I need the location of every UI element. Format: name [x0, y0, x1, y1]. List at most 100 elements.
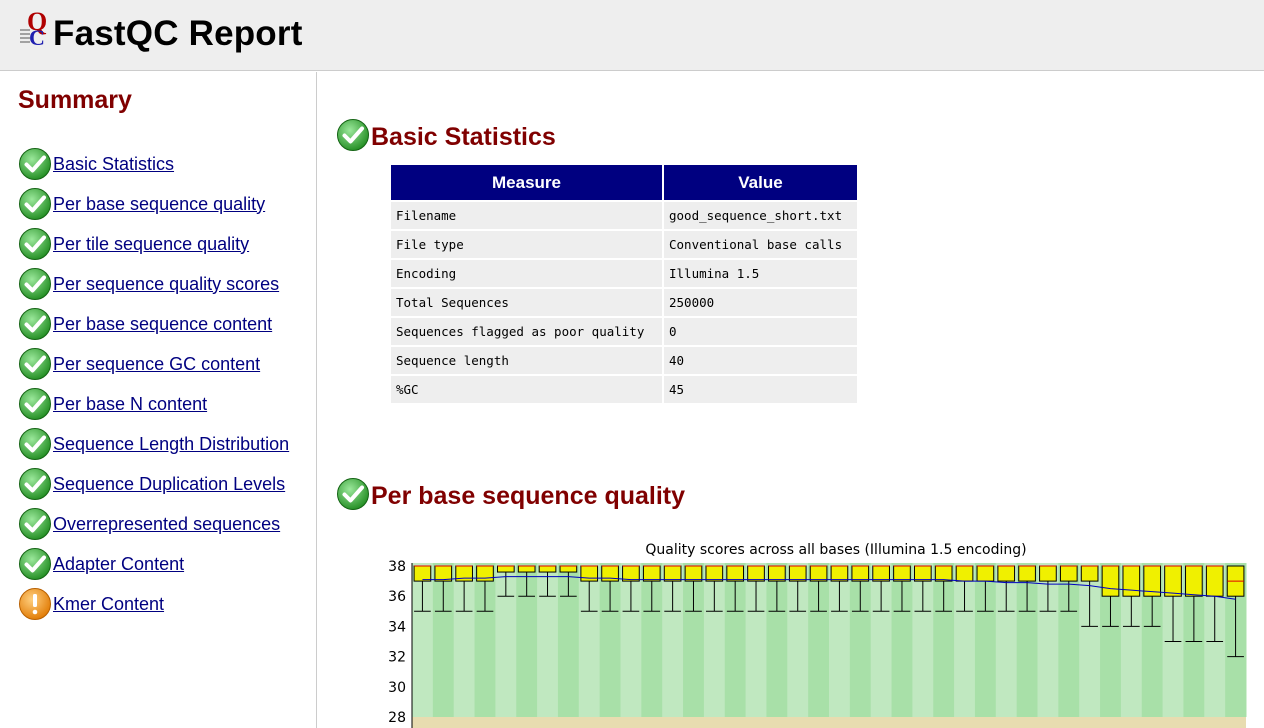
- summary-link[interactable]: Kmer Content: [53, 594, 164, 615]
- summary-item: Per tile sequence quality: [18, 224, 289, 264]
- summary-item: Sequence Duplication Levels: [18, 464, 289, 504]
- quality-box: [705, 565, 724, 582]
- summary-link[interactable]: Adapter Content: [53, 554, 184, 575]
- quality-box: [413, 565, 432, 582]
- quality-box: [1164, 565, 1182, 597]
- pass-icon: [19, 508, 51, 540]
- summary-list: Basic Statistics Per base sequence qualit…: [18, 144, 289, 624]
- pass-icon: [19, 548, 51, 580]
- table-row: %GC 45: [391, 376, 857, 403]
- summary-item: Per sequence quality scores: [18, 264, 289, 304]
- summary-item: Per base sequence content: [18, 304, 289, 344]
- summary-title: Summary: [18, 86, 132, 114]
- quality-box: [538, 565, 557, 573]
- table-row: Sequences flagged as poor quality 0: [391, 318, 857, 345]
- quality-boxplot-chart: Quality scores across all bases (Illumin…: [388, 542, 1247, 728]
- summary-link[interactable]: Per base sequence quality: [53, 194, 265, 215]
- quality-box: [1018, 565, 1036, 582]
- pass-icon: [337, 478, 369, 510]
- module-per-base-quality: Per base sequence quality: [336, 478, 686, 511]
- quality-box: [559, 565, 578, 573]
- quality-box: [788, 565, 807, 582]
- table-row: Total Sequences 250000: [391, 289, 857, 316]
- value-cell: Conventional base calls: [664, 231, 857, 258]
- pass-icon: [19, 468, 51, 500]
- quality-box: [1205, 565, 1224, 597]
- quality-box: [1185, 565, 1203, 597]
- table-row: Sequence length 40: [391, 347, 857, 374]
- quality-box: [1039, 565, 1057, 582]
- quality-box: [642, 565, 661, 582]
- pass-icon: [19, 308, 51, 340]
- report-header: Q C FastQC Report: [0, 0, 1264, 71]
- quality-box: [955, 565, 974, 582]
- summary-item: Per sequence GC content: [18, 344, 289, 384]
- table-row: Encoding Illumina 1.5: [391, 260, 857, 287]
- quality-box: [726, 565, 745, 582]
- summary-item: Basic Statistics: [18, 144, 289, 184]
- measure-cell: Sequences flagged as poor quality: [391, 318, 662, 345]
- value-cell: Illumina 1.5: [664, 260, 857, 287]
- y-tick-label: 28: [388, 710, 406, 726]
- pass-icon: [19, 348, 51, 380]
- value-cell: 0: [664, 318, 857, 345]
- value-cell: 40: [664, 347, 857, 374]
- quality-box: [517, 565, 536, 573]
- summary-item: Adapter Content: [18, 544, 289, 584]
- quality-box: [1080, 565, 1099, 582]
- summary-link[interactable]: Per base N content: [53, 394, 207, 415]
- measure-cell: Sequence length: [391, 347, 662, 374]
- warning-icon: [19, 588, 51, 620]
- quality-box: [976, 565, 995, 582]
- quality-box: [851, 565, 870, 582]
- value-cell: good_sequence_short.txt: [664, 202, 857, 229]
- table-header-row: Measure Value: [391, 165, 857, 200]
- pass-icon: [19, 388, 51, 420]
- value-cell: 45: [664, 376, 857, 403]
- pass-icon: [19, 428, 51, 460]
- summary-link[interactable]: Per sequence quality scores: [53, 274, 279, 295]
- y-tick-label: 38: [388, 559, 406, 575]
- svg-text:C: C: [29, 25, 45, 48]
- summary-link[interactable]: Per tile sequence quality: [53, 234, 249, 255]
- report-title: FastQC Report: [53, 14, 303, 53]
- pass-icon: [19, 228, 51, 260]
- summary-item: Overrepresented sequences: [18, 504, 289, 544]
- pass-icon: [19, 148, 51, 180]
- summary-item: Kmer Content: [18, 584, 289, 624]
- quality-box: [913, 565, 932, 582]
- measure-cell: Filename: [391, 202, 662, 229]
- quality-box: [1122, 565, 1141, 597]
- summary-link[interactable]: Sequence Length Distribution: [53, 434, 289, 455]
- summary-link[interactable]: Basic Statistics: [53, 154, 174, 175]
- quality-box: [747, 565, 765, 582]
- summary-link[interactable]: Per base sequence content: [53, 314, 272, 335]
- fastqc-logo-icon: Q C: [20, 8, 47, 48]
- quality-box: [934, 565, 953, 582]
- summary-item: Per base N content: [18, 384, 289, 424]
- module-basic-statistics: Basic Statistics: [336, 119, 556, 152]
- pass-icon: [19, 268, 51, 300]
- quality-box: [997, 565, 1016, 582]
- summary-link[interactable]: Overrepresented sequences: [53, 514, 280, 535]
- quality-box: [684, 565, 703, 582]
- basic-statistics-table: Measure Value Filename good_sequence_shor…: [389, 163, 859, 405]
- quality-box: [496, 565, 515, 573]
- summary-link[interactable]: Per sequence GC content: [53, 354, 260, 375]
- quality-box: [809, 565, 828, 582]
- table-row: Filename good_sequence_short.txt: [391, 202, 857, 229]
- value-cell: 250000: [664, 289, 857, 316]
- module-title-per-base-quality: Per base sequence quality: [371, 482, 686, 510]
- quality-band-medium: [412, 717, 1246, 728]
- y-tick-label: 34: [388, 619, 406, 635]
- y-tick-label: 32: [388, 650, 406, 666]
- quality-box: [663, 565, 682, 582]
- measure-cell: Total Sequences: [391, 289, 662, 316]
- quality-box: [768, 565, 786, 582]
- y-tick-label: 36: [388, 589, 406, 605]
- summary-item: Sequence Length Distribution: [18, 424, 289, 464]
- quality-box: [580, 565, 599, 582]
- summary-link[interactable]: Sequence Duplication Levels: [53, 474, 285, 495]
- measure-cell: %GC: [391, 376, 662, 403]
- summary-item: Per base sequence quality: [18, 184, 289, 224]
